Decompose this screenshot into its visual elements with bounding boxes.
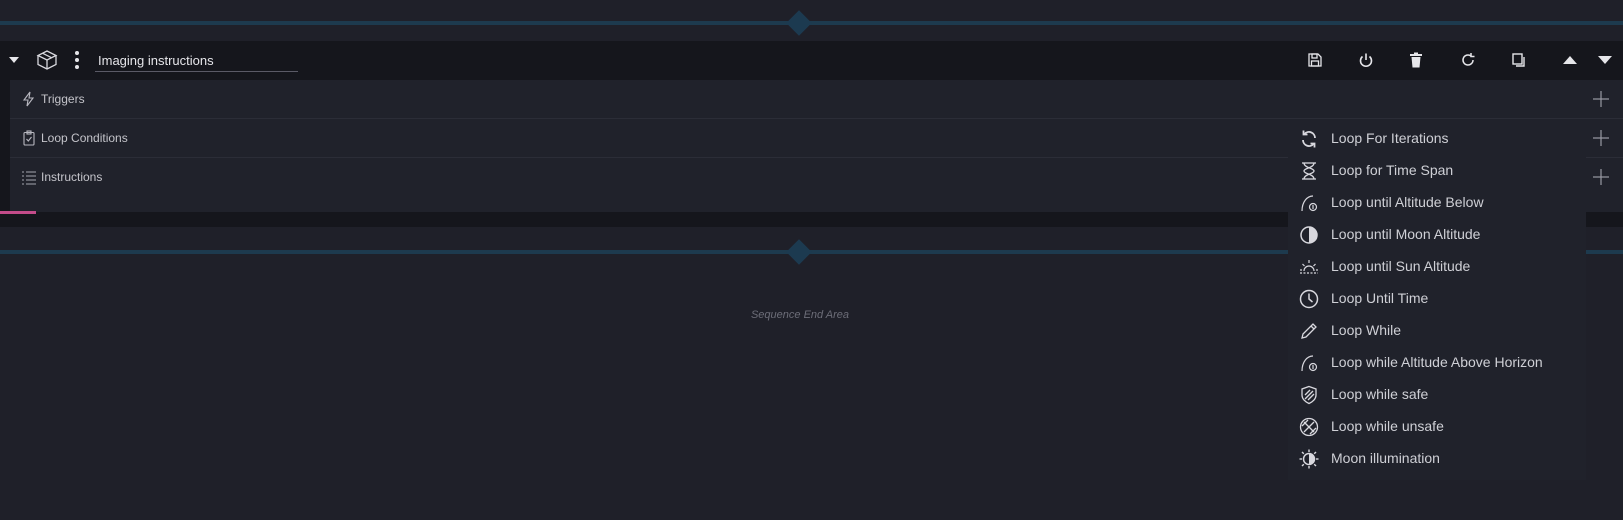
menu-item-loop-until-sun-altitude[interactable]: Loop until Sun Altitude xyxy=(1288,251,1586,283)
section-label: Triggers xyxy=(41,92,85,106)
menu-item-label: Loop until Moon Altitude xyxy=(1331,226,1481,242)
power-icon[interactable] xyxy=(1355,49,1377,71)
chevron-down-icon[interactable] xyxy=(3,49,25,71)
section-label: Instructions xyxy=(41,170,103,184)
pencil-icon xyxy=(1299,321,1319,341)
menu-item-loop-until-altitude-below[interactable]: Loop until Altitude Below xyxy=(1288,187,1586,219)
menu-item-label: Loop Until Time xyxy=(1331,290,1429,306)
menu-item-label: Loop for Time Span xyxy=(1331,162,1454,178)
menu-item-label: Loop While xyxy=(1331,322,1402,338)
menu-item-label: Loop until Sun Altitude xyxy=(1331,258,1471,274)
menu-item-loop-while-altitude-above-horizon[interactable]: Loop while Altitude Above Horizon xyxy=(1288,347,1586,379)
unsafe-circle-icon xyxy=(1299,417,1319,437)
save-icon[interactable] xyxy=(1304,49,1326,71)
reset-icon[interactable] xyxy=(1457,49,1479,71)
sunrise-icon xyxy=(1299,257,1319,277)
moon-half-icon xyxy=(1299,225,1319,245)
menu-item-loop-while[interactable]: Loop While xyxy=(1288,315,1586,347)
shield-icon xyxy=(1299,385,1319,405)
menu-item-label: Loop while unsafe xyxy=(1331,418,1444,434)
move-down-icon[interactable] xyxy=(1594,49,1616,71)
menu-item-loop-while-unsafe[interactable]: Loop while unsafe xyxy=(1288,411,1586,443)
box-icon xyxy=(36,49,58,71)
altitude-horizon-icon xyxy=(1299,353,1319,373)
add-condition-plus-icon[interactable] xyxy=(1590,127,1612,149)
container-header: Imaging instructions xyxy=(0,41,1623,80)
drop-handle-top[interactable] xyxy=(786,10,812,36)
loop-arrows-icon xyxy=(1299,129,1319,149)
move-up-icon[interactable] xyxy=(1559,49,1581,71)
hourglass-icon xyxy=(1299,161,1319,181)
menu-item-loop-for-iterations[interactable]: Loop For Iterations xyxy=(1288,123,1586,155)
clock-icon xyxy=(1299,289,1319,309)
list-icon xyxy=(21,169,37,185)
section-label: Loop Conditions xyxy=(41,131,128,145)
menu-item-loop-while-safe[interactable]: Loop while safe xyxy=(1288,379,1586,411)
lightning-icon xyxy=(21,91,37,107)
menu-item-label: Loop while safe xyxy=(1331,386,1429,402)
menu-item-loop-for-time-span[interactable]: Loop for Time Span xyxy=(1288,155,1586,187)
menu-item-moon-illumination[interactable]: Moon illumination xyxy=(1288,443,1586,475)
loop-condition-menu: Loop For Iterations Loop for Time Span L… xyxy=(1288,123,1586,480)
menu-item-label: Moon illumination xyxy=(1331,450,1440,466)
container-title-input[interactable]: Imaging instructions xyxy=(95,51,298,72)
menu-item-loop-until-time[interactable]: Loop Until Time xyxy=(1288,283,1586,315)
moon-illumination-icon xyxy=(1299,449,1319,469)
menu-item-loop-until-moon-altitude[interactable]: Loop until Moon Altitude xyxy=(1288,219,1586,251)
drop-handle-bottom[interactable] xyxy=(786,239,812,265)
copy-icon[interactable] xyxy=(1508,49,1530,71)
menu-item-label: Loop until Altitude Below xyxy=(1331,194,1484,210)
add-instruction-plus-icon[interactable] xyxy=(1590,166,1612,188)
altitude-icon xyxy=(1299,193,1319,213)
trash-icon[interactable] xyxy=(1405,49,1427,71)
add-trigger-plus-icon[interactable] xyxy=(1590,88,1612,110)
progress-accent xyxy=(0,211,36,214)
kebab-icon[interactable] xyxy=(66,49,88,71)
clipboard-check-icon xyxy=(21,130,37,146)
section-triggers[interactable]: Triggers xyxy=(10,80,1623,119)
menu-item-label: Loop while Altitude Above Horizon xyxy=(1331,354,1543,370)
menu-item-label: Loop For Iterations xyxy=(1331,130,1449,146)
